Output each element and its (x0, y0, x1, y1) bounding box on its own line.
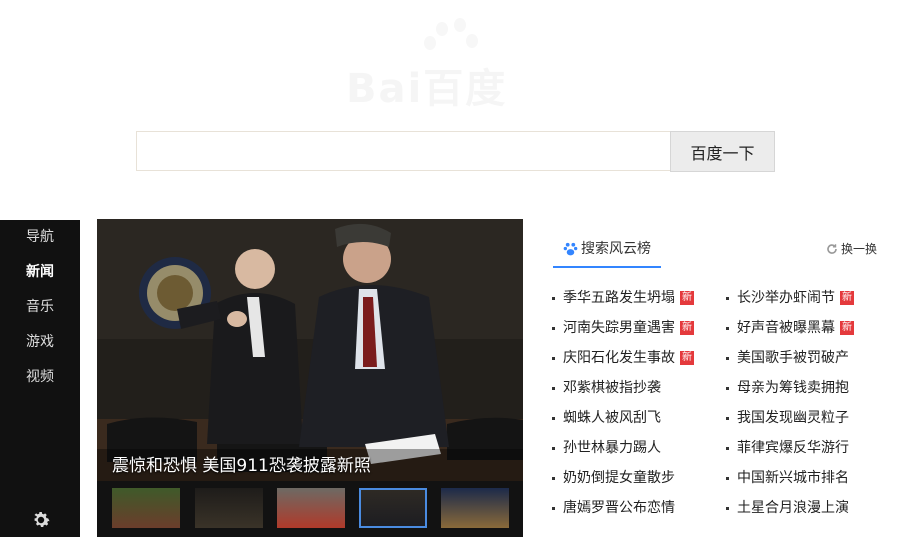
thumbnail[interactable] (112, 488, 180, 528)
hotlist-item-label[interactable]: 母亲为筹钱卖拥抱 (737, 380, 849, 396)
news-photo[interactable] (97, 219, 523, 481)
hotlist-item-label[interactable]: 菲律宾爆反华游行 (737, 440, 849, 456)
nav-item[interactable]: 新闻 (0, 255, 80, 290)
bullet-dot (552, 416, 555, 420)
bullet-dot (726, 326, 729, 330)
new-badge: 新 (680, 351, 694, 365)
hotlist-item[interactable]: 奶奶倒提女童散步 (552, 467, 675, 487)
refresh-button[interactable]: 换一换 (826, 240, 877, 257)
hotlist-item[interactable]: 唐嫣罗晋公布恋情 (552, 497, 675, 517)
search-input[interactable] (136, 131, 670, 171)
thumbnail[interactable] (277, 488, 345, 528)
bullet-dot (552, 386, 555, 390)
hotlist-item-label[interactable]: 邓紫棋被指抄袭 (563, 380, 661, 396)
bullet-dot (726, 386, 729, 390)
hotlist-item[interactable]: 土星合月浪漫上演 (726, 497, 849, 517)
hotlist-item[interactable]: 菲律宾爆反华游行 (726, 437, 849, 457)
bullet-dot (726, 296, 729, 300)
thumbnail-strip (97, 481, 523, 537)
gear-icon[interactable] (30, 509, 52, 531)
tab-underline (553, 266, 661, 268)
refresh-icon (827, 243, 837, 254)
hotlist-item-label[interactable]: 季华五路发生坍塌 (563, 290, 675, 306)
hotlist-item-label[interactable]: 庆阳石化发生事故 (563, 350, 675, 366)
photo-caption[interactable]: 震惊和恐惧 美国911恐袭披露新照 (112, 451, 371, 476)
bullet-dot (552, 356, 555, 360)
bullet-dot (726, 416, 729, 420)
hotlist-item-label[interactable]: 孙世林暴力踢人 (563, 440, 661, 456)
bullet-dot (552, 296, 555, 300)
new-badge: 新 (840, 321, 854, 335)
hotlist-item[interactable]: 河南失踪男童遇害新 (552, 317, 694, 337)
hotlist-item[interactable]: 长沙举办虾闹节新 (726, 287, 854, 307)
hotlist-item[interactable]: 孙世林暴力踢人 (552, 437, 661, 457)
hotlist-item[interactable]: 好声音被曝黑幕新 (726, 317, 854, 337)
left-nav: 导航 新闻 音乐 游戏 视频 (0, 220, 80, 537)
hotlist-item[interactable]: 中国新兴城市排名 (726, 467, 849, 487)
nav-item[interactable]: 游戏 (0, 325, 80, 360)
hotlist-item[interactable]: 美国歌手被罚破产 (726, 347, 849, 367)
hotlist-item[interactable]: 邓紫棋被指抄袭 (552, 377, 661, 397)
baidu-paw-icon (563, 242, 578, 255)
hotlist-item-label[interactable]: 我国发现幽灵粒子 (737, 410, 849, 426)
hotlist-item[interactable]: 蜘蛛人被风刮飞 (552, 407, 661, 427)
hotlist-item-label[interactable]: 中国新兴城市排名 (737, 470, 849, 486)
hotlist-item-label[interactable]: 土星合月浪漫上演 (737, 500, 849, 516)
nav-item[interactable]: 音乐 (0, 290, 80, 325)
new-badge: 新 (840, 291, 854, 305)
hotlist-item[interactable]: 母亲为筹钱卖拥抱 (726, 377, 849, 397)
new-badge: 新 (680, 321, 694, 335)
thumbnail[interactable] (195, 488, 263, 528)
hotlist-item-label[interactable]: 美国歌手被罚破产 (737, 350, 849, 366)
bullet-dot (726, 356, 729, 360)
hotlist-item[interactable]: 庆阳石化发生事故新 (552, 347, 694, 367)
nav-item[interactable]: 导航 (0, 220, 80, 255)
nav-item[interactable]: 视频 (0, 360, 80, 395)
hotlist-item-label[interactable]: 奶奶倒提女童散步 (563, 470, 675, 486)
bullet-dot (552, 476, 555, 480)
thumbnail[interactable] (441, 488, 509, 528)
hotlist-tab[interactable]: 搜索风云榜 (563, 238, 651, 258)
bullet-dot (552, 326, 555, 330)
hotlist-item-label[interactable]: 蜘蛛人被风刮飞 (563, 410, 661, 426)
hotlist-item-label[interactable]: 唐嫣罗晋公布恋情 (563, 500, 675, 516)
bullet-dot (726, 476, 729, 480)
bullet-dot (726, 446, 729, 450)
new-badge: 新 (680, 291, 694, 305)
hotlist-item-label[interactable]: 河南失踪男童遇害 (563, 320, 675, 336)
thumbnail-selected[interactable] (359, 488, 427, 528)
logo-text: Bai百度 (346, 66, 508, 112)
hotlist-item[interactable]: 季华五路发生坍塌新 (552, 287, 694, 307)
hotlist-item-label[interactable]: 好声音被曝黑幕 (737, 320, 835, 336)
bullet-dot (552, 506, 555, 510)
hotlist-item-label[interactable]: 长沙举办虾闹节 (737, 290, 835, 306)
baidu-logo: Bai百度 (346, 18, 562, 112)
bullet-dot (726, 506, 729, 510)
search-button[interactable]: 百度一下 (670, 131, 775, 172)
hotlist-item[interactable]: 我国发现幽灵粒子 (726, 407, 849, 427)
news-photo-carousel[interactable]: 震惊和恐惧 美国911恐袭披露新照 (97, 219, 523, 537)
bullet-dot (552, 446, 555, 450)
